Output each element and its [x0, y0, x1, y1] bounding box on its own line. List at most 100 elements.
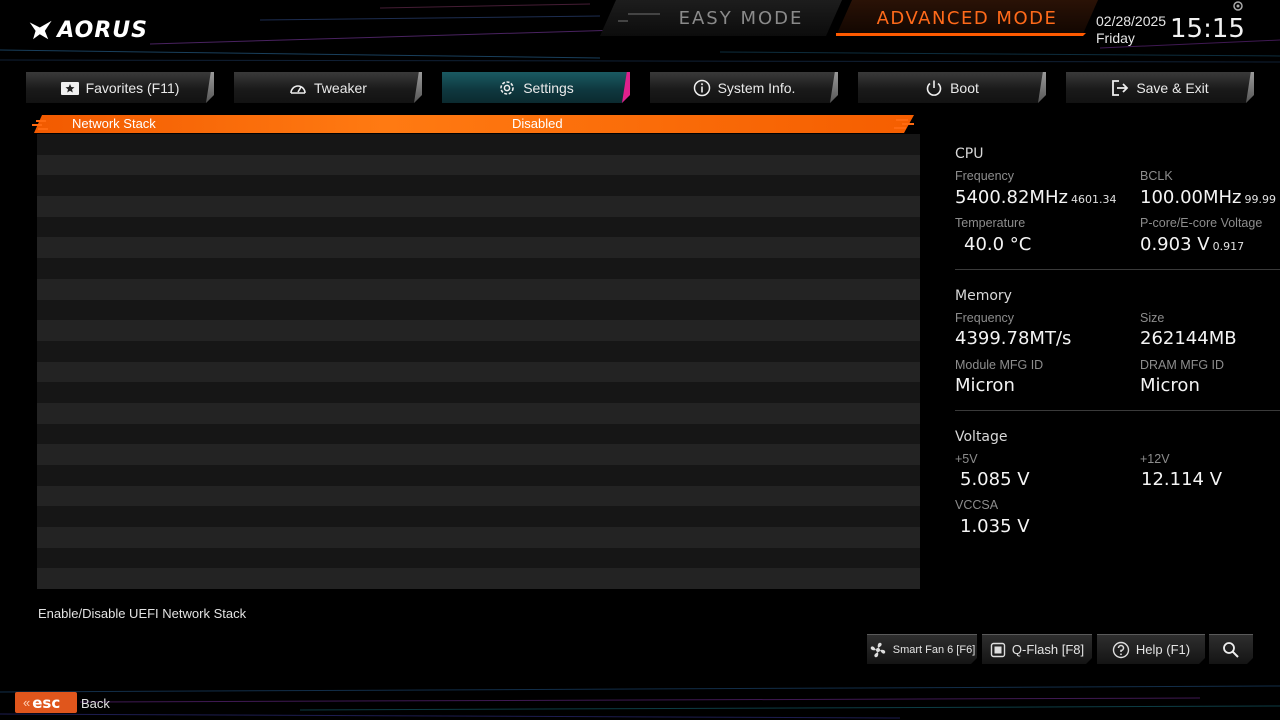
core-voltage-value: 0.903 V 0.917 [1140, 234, 1245, 255]
tab-settings-label: Settings [523, 79, 574, 96]
panel-divider [955, 410, 1280, 411]
advanced-mode-button[interactable]: ADVANCED MODE [836, 0, 1098, 36]
tab-system-info-label: System Info. [717, 79, 796, 96]
list-item [37, 175, 920, 197]
date-display: 02/28/2025 Friday [1096, 13, 1166, 47]
info-icon [693, 79, 711, 97]
day-text: Friday [1096, 30, 1135, 46]
double-chevron-left-icon: « [23, 695, 31, 710]
back-label: Back [81, 696, 110, 711]
setting-value[interactable]: Disabled [512, 116, 563, 131]
power-icon [925, 79, 943, 97]
easy-mode-button[interactable]: EASY MODE [600, 0, 842, 36]
settings-gear-icon[interactable] [1232, 0, 1244, 12]
tab-save-exit[interactable]: Save & Exit [1066, 72, 1254, 103]
eagle-icon [29, 20, 52, 40]
tab-boot[interactable]: Boot [858, 72, 1046, 103]
help-icon [1112, 641, 1130, 659]
help-label: Help (F1) [1135, 642, 1191, 657]
list-item [37, 134, 920, 155]
module-mfg-value: Micron [955, 375, 1015, 396]
list-item [37, 547, 920, 569]
logo-text: AORUS [57, 17, 148, 43]
selection-left-accent [32, 120, 48, 130]
tab-boot-label: Boot [950, 79, 979, 96]
chip-icon [990, 642, 1006, 658]
advanced-mode-indicator [836, 33, 1086, 36]
tab-favorites[interactable]: Favorites (F11) [26, 72, 214, 103]
tab-tweaker[interactable]: Tweaker [234, 72, 422, 103]
search-button[interactable] [1209, 634, 1253, 664]
footer-decoration [0, 685, 1280, 719]
memory-size-value: 262144MB [1140, 328, 1237, 349]
module-mfg-label: Module MFG ID [955, 358, 1044, 372]
selection-right-accent [894, 119, 914, 129]
setting-row-network-stack[interactable]: Network Stack Disabled [34, 115, 914, 133]
cpu-temperature-label: Temperature [955, 216, 1026, 230]
dram-mfg-label: DRAM MFG ID [1140, 358, 1225, 372]
bclk-value: 100.00MHz 99.99 [1140, 187, 1276, 208]
vccsa-value: 1.035 V [960, 516, 1030, 537]
esc-back-button[interactable]: « esc [15, 692, 77, 713]
list-item [37, 278, 920, 300]
q-flash-button[interactable]: Q-Flash [F8] [982, 634, 1092, 664]
v12-value: 12.114 V [1141, 469, 1223, 490]
smart-fan-label: Smart Fan 6 [F6] [892, 643, 976, 656]
setting-label: Network Stack [72, 116, 156, 131]
list-item [37, 506, 920, 528]
panel-divider [955, 269, 1280, 270]
help-button[interactable]: Help (F1) [1097, 634, 1205, 664]
cpu-section-title: CPU [955, 146, 984, 162]
exit-icon [1111, 79, 1129, 97]
advanced-mode-label: ADVANCED MODE [876, 7, 1058, 29]
aorus-logo: AORUS [28, 14, 148, 46]
tab-tweaker-label: Tweaker [314, 79, 367, 96]
list-item [37, 216, 920, 238]
time-display: 15:15 [1170, 14, 1245, 44]
q-flash-label: Q-Flash [F8] [1011, 642, 1085, 657]
list-item [37, 237, 920, 259]
list-item [37, 527, 920, 548]
list-item [37, 320, 920, 341]
memory-frequency-label: Frequency [955, 311, 1015, 325]
memory-size-label: Size [1140, 311, 1165, 325]
vccsa-label: VCCSA [955, 498, 999, 512]
list-item [37, 402, 920, 424]
cpu-temperature-value: 40.0 °C [964, 234, 1032, 255]
gear-icon [498, 79, 516, 97]
v5-value: 5.085 V [960, 469, 1030, 490]
bclk-label: BCLK [1140, 169, 1173, 183]
cpu-frequency-value: 5400.82MHz 4601.34 [955, 187, 1117, 208]
item-help-text: Enable/Disable UEFI Network Stack [38, 606, 247, 621]
list-item [37, 382, 920, 403]
list-item [37, 444, 920, 465]
list-item [37, 465, 920, 486]
list-item [37, 154, 920, 176]
smart-fan-button[interactable]: Smart Fan 6 [F6] [867, 634, 977, 664]
easy-mode-label: EASY MODE [678, 7, 804, 29]
v5-label: +5V [955, 452, 978, 466]
list-item [37, 340, 920, 362]
tab-favorites-label: Favorites (F11) [85, 79, 180, 96]
dram-mfg-value: Micron [1140, 375, 1200, 396]
star-folder-icon [61, 79, 79, 97]
tab-save-exit-label: Save & Exit [1136, 79, 1209, 96]
list-item [37, 485, 920, 507]
tab-settings[interactable]: Settings [442, 72, 630, 103]
list-item [37, 568, 920, 590]
tab-system-info[interactable]: System Info. [650, 72, 838, 103]
list-item [37, 258, 920, 279]
core-voltage-label: P-core/E-core Voltage [1140, 216, 1263, 230]
fan-icon [869, 641, 887, 659]
cpu-frequency-label: Frequency [955, 169, 1015, 183]
list-item [37, 423, 920, 445]
memory-frequency-value: 4399.78MT/s [955, 328, 1072, 349]
settings-list [37, 134, 920, 590]
memory-section-title: Memory [955, 288, 1012, 304]
list-item [37, 361, 920, 383]
voltage-section-title: Voltage [955, 429, 1008, 445]
v12-label: +12V [1140, 452, 1170, 466]
search-icon [1222, 641, 1240, 659]
esc-key-label: esc [32, 693, 61, 712]
list-item [37, 196, 920, 217]
